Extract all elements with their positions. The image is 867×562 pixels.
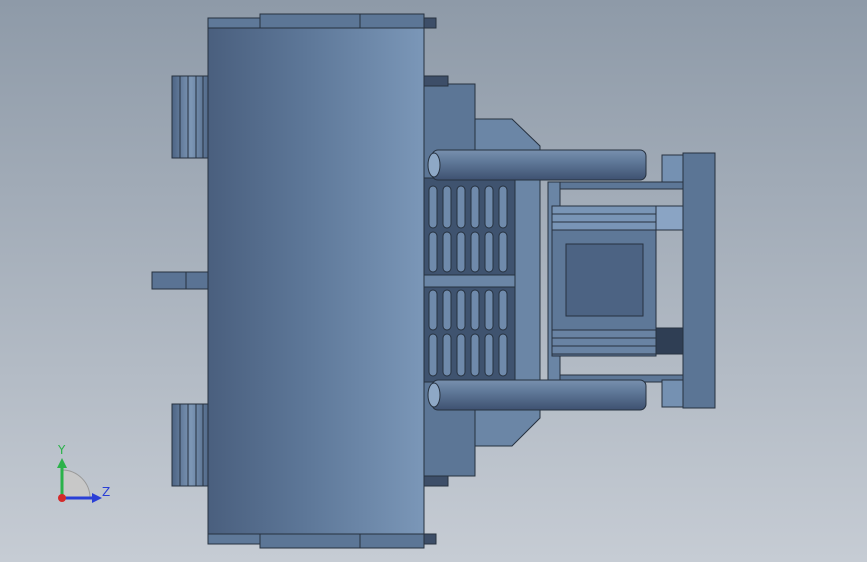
motor-cap-top <box>655 205 684 231</box>
model-viewport[interactable]: Y Z <box>0 0 867 562</box>
rod-clamp-bottom <box>661 379 684 408</box>
cage-divider <box>422 274 516 288</box>
drum-top-bolt <box>423 17 437 29</box>
left-upper-block <box>171 75 211 159</box>
guide-rod-top <box>431 149 647 181</box>
drum-teeth-top <box>423 75 449 87</box>
drum-roller <box>207 27 425 535</box>
z-axis-label: Z <box>102 485 111 499</box>
motor-flange-top <box>551 205 657 231</box>
motor-cap-bottom <box>655 327 684 355</box>
y-axis-label: Y <box>58 443 66 457</box>
left-lower-block <box>171 403 211 487</box>
rod-clamp-top <box>661 154 684 183</box>
drum-bottom-bolt <box>423 533 437 545</box>
motor-window <box>565 243 644 317</box>
x-axis-dot <box>58 494 66 502</box>
motor-flange-bottom <box>551 329 657 355</box>
guide-rod-bottom <box>431 379 647 411</box>
end-plate <box>682 152 716 409</box>
left-pin <box>151 271 209 290</box>
drum-teeth-bottom <box>423 475 449 487</box>
side-rail-top <box>559 181 684 190</box>
cad-assembly-view <box>0 0 867 562</box>
